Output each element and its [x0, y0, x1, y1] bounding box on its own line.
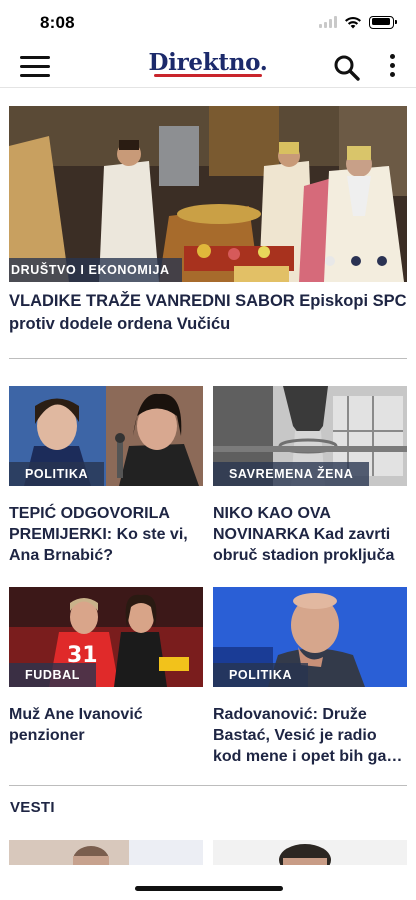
article-title[interactable]: Radovanović: Druže Bastać, Vesić je radi… [213, 704, 407, 767]
status-bar: 8:08 [0, 0, 416, 44]
article-title[interactable]: Muž Ane Ivanović penzioner [9, 704, 203, 746]
more-options-button[interactable] [386, 54, 398, 80]
carousel-dot[interactable] [377, 256, 387, 266]
carousel-dot[interactable] [351, 256, 361, 266]
logo-underline [154, 74, 262, 77]
article-card[interactable]: POLITIKA Radovanović: Druže Bastać, Vesi… [213, 587, 407, 767]
divider [9, 358, 407, 359]
carousel-dots [325, 256, 387, 266]
more-vertical-icon [386, 54, 398, 77]
menu-button[interactable] [20, 54, 50, 78]
article-card[interactable]: 31 FUDBAL Muž Ane Ivanović penzioner [9, 587, 203, 746]
divider [9, 785, 407, 786]
hero-headline[interactable]: VLADIKE TRAŽE VANREDNI SABOR Episkopi SP… [9, 290, 409, 336]
battery-icon [369, 15, 397, 29]
article-card[interactable]: POLITIKA TEPIĆ ODGOVORILA PREMIJERKI: Ko… [9, 386, 203, 566]
article-card-peek[interactable] [9, 840, 203, 865]
hamburger-menu-icon [20, 56, 50, 59]
article-title[interactable]: NIKO KAO OVA NOVINARKA Kad zavrti obruč … [213, 503, 407, 566]
section-title-news: VESTI [10, 799, 55, 816]
search-icon [334, 55, 360, 81]
site-logo[interactable]: Direktno. [148, 50, 268, 82]
article-card-peek[interactable] [213, 840, 407, 865]
app-header: Direktno. [0, 44, 416, 88]
article-category-tag: FUDBAL [9, 663, 96, 687]
status-icons [319, 15, 397, 29]
wifi-icon [345, 16, 361, 28]
search-button[interactable] [333, 54, 361, 82]
carousel-dot[interactable] [325, 256, 335, 266]
article-category-tag: POLITIKA [213, 663, 309, 687]
article-title[interactable]: TEPIĆ ODGOVORILA PREMIJERKI: Ko ste vi, … [9, 503, 203, 566]
article-category-tag: POLITIKA [9, 462, 105, 486]
status-time: 8:08 [40, 13, 75, 32]
hero-category-tag: DRUŠTVO I EKONOMIJA [9, 258, 182, 282]
logo-text: Direktno. [148, 49, 268, 76]
article-image [213, 840, 407, 865]
hero-carousel[interactable]: DRUŠTVO I EKONOMIJA [9, 106, 407, 282]
article-card[interactable]: SAVREMENA ŽENA NIKO KAO OVA NOVINARKA Ka… [213, 386, 407, 566]
article-category-tag: SAVREMENA ŽENA [213, 462, 370, 486]
cellular-signal-icon [319, 16, 337, 28]
home-indicator[interactable] [135, 886, 283, 891]
article-image [9, 840, 203, 865]
